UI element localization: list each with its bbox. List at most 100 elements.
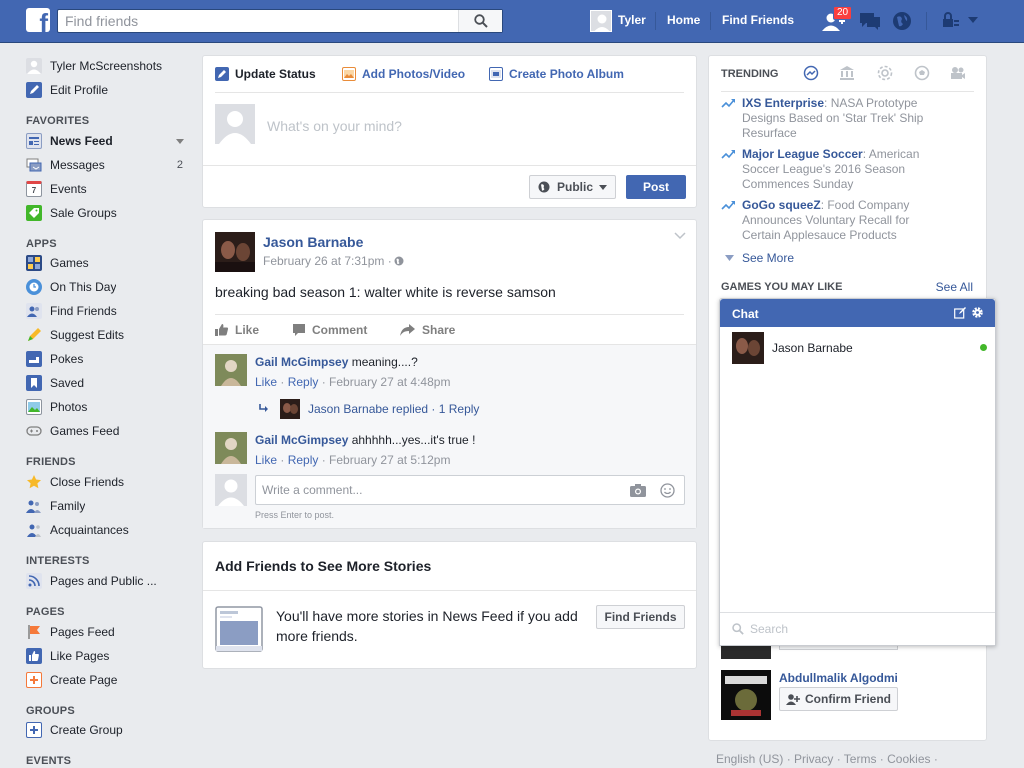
chat-contact[interactable]: Jason Barnabe [732, 331, 987, 365]
find-friends-button[interactable]: Find Friends [596, 605, 685, 629]
commenter-name[interactable]: Gail McGimpsey [255, 433, 348, 447]
compose-icon[interactable] [954, 307, 966, 319]
sidebar-item-on-this-day[interactable]: On This Day [26, 277, 190, 297]
commenter-name[interactable]: Gail McGimpsey [255, 355, 348, 369]
globe-icon[interactable] [892, 11, 912, 31]
profile-avatar-icon [26, 58, 42, 74]
sidebar-profile[interactable]: Tyler McScreenshots [26, 56, 190, 76]
sidebar-item-acquaintances[interactable]: Acquaintances [26, 520, 190, 540]
post-author-name[interactable]: Jason Barnabe [263, 234, 363, 250]
games-see-all[interactable]: See All [936, 280, 973, 294]
politics-icon[interactable] [839, 65, 855, 81]
trending-top-icon[interactable] [803, 65, 819, 81]
messages-icon [26, 157, 42, 173]
tab-add-photos[interactable]: Add Photos/Video [342, 66, 465, 82]
comment-reply-link[interactable]: Reply [288, 375, 319, 389]
facebook-logo[interactable]: f [26, 8, 50, 32]
sidebar-item-events[interactable]: 7 Events [26, 179, 190, 199]
acquaintances-icon [26, 522, 42, 538]
like-button[interactable]: Like [215, 321, 259, 339]
trending-see-more[interactable]: See More [725, 251, 794, 265]
commenter-avatar[interactable] [215, 354, 247, 386]
post-button[interactable]: Post [626, 175, 686, 199]
sidebar-label: Games Feed [50, 424, 120, 438]
status-input[interactable]: What's on your mind? [267, 118, 402, 134]
comment-like-link[interactable]: Like [255, 453, 277, 467]
sidebar-item-saved[interactable]: Saved [26, 373, 190, 393]
comment-button[interactable]: Comment [292, 321, 367, 339]
sidebar-item-pokes[interactable]: Pokes [26, 349, 190, 369]
comment-input[interactable] [256, 476, 616, 504]
chevron-down-icon[interactable] [176, 138, 184, 144]
post-timestamp[interactable]: February 26 at 7:31pm · [263, 254, 392, 268]
section-groups: GROUPS [26, 705, 75, 717]
family-icon [26, 498, 42, 514]
home-link[interactable]: Home [667, 13, 700, 27]
reply-summary[interactable]: Jason Barnabe replied · 1 Reply [258, 399, 479, 419]
comment-timestamp[interactable]: February 27 at 4:48pm [329, 375, 450, 389]
sidebar-item-pages-feed[interactable]: Pages Feed [26, 622, 190, 642]
entertainment-icon[interactable] [950, 65, 966, 81]
sidebar-item-create-group[interactable]: Create Group [26, 720, 190, 740]
sidebar-label: Create Group [50, 723, 123, 737]
sidebar-item-games[interactable]: Games [26, 253, 190, 273]
user-avatar[interactable] [590, 10, 612, 32]
sidebar-label: Edit Profile [50, 83, 109, 97]
chat-header[interactable]: Chat [720, 299, 995, 327]
search-input[interactable] [58, 10, 458, 32]
news-feed-icon [26, 133, 42, 149]
sports-icon[interactable] [914, 65, 930, 81]
confirm-friend-button[interactable]: Confirm Friend [779, 687, 898, 711]
chevron-down-icon[interactable] [674, 232, 686, 240]
poke-icon [26, 351, 42, 367]
sidebar-item-find-friends[interactable]: Find Friends [26, 301, 190, 321]
tab-update-status[interactable]: Update Status [215, 66, 316, 82]
sidebar-item-photos[interactable]: Photos [26, 397, 190, 417]
tab-create-album[interactable]: Create Photo Album [489, 66, 624, 82]
sidebar-item-games-feed[interactable]: Games Feed [26, 421, 190, 441]
science-icon[interactable] [877, 65, 893, 81]
comment-box [255, 475, 685, 505]
trending-item[interactable]: GoGo squeeZ: Food Company Announces Volu… [721, 198, 931, 243]
camera-icon[interactable] [630, 484, 646, 497]
messages-icon[interactable] [858, 11, 882, 31]
chevron-down-icon[interactable] [967, 16, 979, 24]
comment-reply-link[interactable]: Reply [288, 453, 319, 467]
sidebar-item-like-pages[interactable]: Like Pages [26, 646, 190, 666]
gear-icon[interactable] [971, 306, 984, 319]
suggestion-avatar[interactable] [721, 670, 771, 720]
trending-item[interactable]: IXS Enterprise: NASA Prototype Designs B… [721, 96, 931, 141]
sidebar-item-create-page[interactable]: Create Page [26, 670, 190, 690]
sidebar-item-family[interactable]: Family [26, 496, 190, 516]
find-friends-link[interactable]: Find Friends [722, 13, 794, 27]
sidebar-item-messages[interactable]: Messages 2 [26, 155, 190, 175]
chat-search-input[interactable] [750, 622, 970, 636]
audience-selector[interactable]: Public [529, 175, 616, 199]
comment-text: meaning....? [348, 355, 418, 369]
sidebar-item-close-friends[interactable]: Close Friends [26, 472, 190, 492]
sidebar-item-sale-groups[interactable]: Sale Groups [26, 203, 190, 223]
commenter-avatar[interactable] [215, 432, 247, 464]
price-tag-icon [26, 205, 42, 221]
top-separator [926, 12, 927, 30]
share-button[interactable]: Share [400, 321, 455, 339]
comment-like-link[interactable]: Like [255, 375, 277, 389]
trending-item[interactable]: Major League Soccer: American Soccer Lea… [721, 147, 931, 192]
footer-links[interactable]: English (US) · Privacy · Terms · Cookies… [716, 752, 938, 766]
sidebar-label: On This Day [50, 280, 117, 294]
search-button[interactable] [458, 10, 502, 32]
tab-label: Update Status [235, 67, 316, 81]
emoji-icon[interactable] [660, 483, 675, 498]
sidebar-item-suggest-edits[interactable]: Suggest Edits [26, 325, 190, 345]
trending-arrow-icon [721, 99, 735, 108]
privacy-lock-icon[interactable] [942, 11, 960, 29]
profile-link[interactable]: Tyler [618, 13, 646, 27]
action-label: Like [235, 323, 260, 337]
reply-arrow-icon [259, 404, 268, 412]
sidebar-edit-profile[interactable]: Edit Profile [26, 80, 190, 100]
post-author-avatar[interactable] [215, 232, 255, 272]
sidebar-item-news-feed[interactable]: News Feed [26, 131, 190, 151]
suggestion-name[interactable]: Abdullmalik Algodmi [779, 671, 898, 685]
comment-timestamp[interactable]: February 27 at 5:12pm [329, 453, 450, 467]
sidebar-item-pages-public[interactable]: Pages and Public ... [26, 571, 190, 591]
